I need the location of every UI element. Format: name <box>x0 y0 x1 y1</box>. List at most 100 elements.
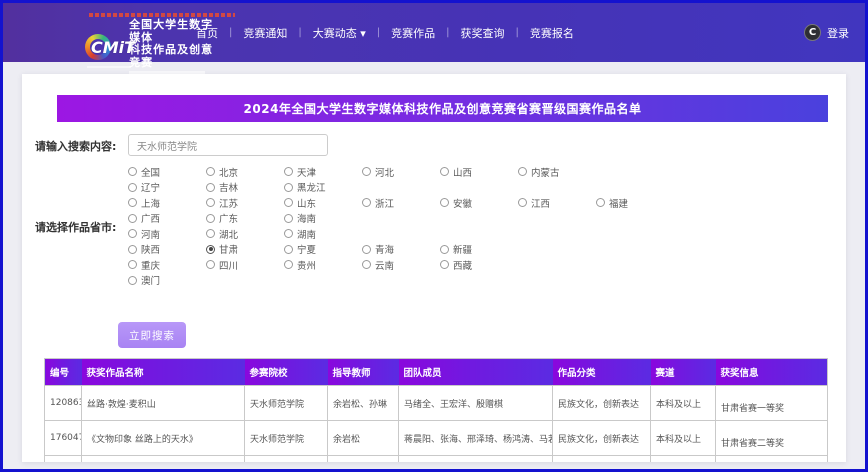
province-radio-option[interactable]: 全国 <box>128 165 206 179</box>
radio-label: 上海 <box>141 196 160 210</box>
nav-separator: | <box>298 27 301 38</box>
radio-icon[interactable] <box>362 245 371 254</box>
radio-icon[interactable] <box>284 183 293 192</box>
radio-icon[interactable] <box>440 167 449 176</box>
search-button[interactable]: 立即搜索 <box>118 322 186 348</box>
cell: 余岩松 <box>328 421 399 456</box>
search-label: 请输入搜索内容: <box>35 138 116 154</box>
radio-label: 云南 <box>375 258 394 272</box>
radio-label: 贵州 <box>297 258 316 272</box>
search-input[interactable] <box>128 134 328 156</box>
province-radio-option[interactable]: 澳门 <box>128 273 206 287</box>
radio-label: 海南 <box>297 211 316 225</box>
province-radio-option[interactable]: 新疆 <box>440 242 518 256</box>
radio-icon[interactable] <box>128 245 137 254</box>
radio-icon[interactable] <box>284 167 293 176</box>
radio-icon[interactable] <box>362 260 371 269</box>
radio-label: 重庆 <box>141 258 160 272</box>
nav-item-6[interactable]: 竞赛报名 <box>530 25 574 41</box>
cell <box>553 456 651 463</box>
radio-icon[interactable] <box>596 198 605 207</box>
province-radio-option[interactable]: 福建 <box>596 196 674 210</box>
nav-item-5[interactable]: 获奖查询 <box>461 25 505 41</box>
province-radio-option[interactable]: 湖北 <box>206 227 284 241</box>
province-radio-option[interactable]: 贵州 <box>284 258 362 272</box>
radio-label: 天津 <box>297 165 316 179</box>
radio-icon[interactable] <box>362 198 371 207</box>
radio-label: 澳门 <box>141 273 160 287</box>
province-radio-option[interactable]: 山西 <box>440 165 518 179</box>
province-radio-option[interactable]: 重庆 <box>128 258 206 272</box>
avatar-icon[interactable]: C <box>804 24 821 41</box>
radio-label: 广东 <box>219 211 238 225</box>
province-radio-option[interactable]: 安徽 <box>440 196 518 210</box>
province-radio-option[interactable]: 浙江 <box>362 196 440 210</box>
column-header: 参赛院校 <box>245 359 328 386</box>
column-header: 团队成员 <box>399 359 553 386</box>
radio-icon[interactable] <box>128 260 137 269</box>
brand-wrap: CMiT <box>85 32 123 62</box>
radio-icon[interactable] <box>362 167 371 176</box>
radio-icon[interactable] <box>518 167 527 176</box>
radio-icon[interactable] <box>128 229 137 238</box>
province-radio-option[interactable]: 广西 <box>128 211 206 225</box>
radio-icon[interactable] <box>440 260 449 269</box>
radio-icon[interactable] <box>206 229 215 238</box>
province-radio-option[interactable]: 河北 <box>362 165 440 179</box>
cell: 民族文化，创新表达 <box>553 386 651 421</box>
province-radio-option[interactable]: 内蒙古 <box>518 165 596 179</box>
province-radio-option[interactable]: 广东 <box>206 211 284 225</box>
radio-label: 安徽 <box>453 196 472 210</box>
province-radio-option[interactable]: 山东 <box>284 196 362 210</box>
radio-label: 河南 <box>141 227 160 241</box>
cell: 天水师范学院 <box>245 421 328 456</box>
province-radio-option[interactable]: 甘肃 <box>206 242 284 256</box>
province-radio-option[interactable]: 吉林 <box>206 180 284 194</box>
radio-label: 河北 <box>375 165 394 179</box>
nav-item-3[interactable]: 大赛动态 ▾ <box>313 25 366 41</box>
province-radio-option[interactable]: 青海 <box>362 242 440 256</box>
radio-icon[interactable] <box>284 229 293 238</box>
province-radio-option[interactable]: 湖南 <box>284 227 362 241</box>
login-link[interactable]: 登录 <box>827 25 849 41</box>
radio-icon[interactable] <box>284 260 293 269</box>
province-radio-option[interactable]: 天津 <box>284 165 362 179</box>
radio-icon[interactable] <box>206 183 215 192</box>
province-radio-option[interactable]: 河南 <box>128 227 206 241</box>
radio-icon[interactable] <box>284 198 293 207</box>
radio-icon[interactable] <box>206 198 215 207</box>
province-radio-option[interactable]: 上海 <box>128 196 206 210</box>
radio-icon[interactable] <box>440 198 449 207</box>
radio-icon[interactable] <box>206 214 215 223</box>
radio-icon[interactable] <box>128 183 137 192</box>
radio-label: 新疆 <box>453 242 472 256</box>
radio-icon[interactable] <box>440 245 449 254</box>
radio-icon[interactable] <box>206 167 215 176</box>
radio-icon[interactable] <box>284 214 293 223</box>
nav-item-2[interactable]: 竞赛通知 <box>243 25 287 41</box>
province-radio-option[interactable]: 西藏 <box>440 258 518 272</box>
radio-label: 全国 <box>141 165 160 179</box>
radio-icon[interactable] <box>128 198 137 207</box>
province-radio-option[interactable]: 黑龙江 <box>284 180 362 194</box>
province-radio-option[interactable]: 宁夏 <box>284 242 362 256</box>
radio-icon[interactable] <box>518 198 527 207</box>
nav-item-4[interactable]: 竞赛作品 <box>391 25 435 41</box>
radio-icon[interactable] <box>128 214 137 223</box>
province-radio-option[interactable]: 江西 <box>518 196 596 210</box>
province-radio-option[interactable]: 四川 <box>206 258 284 272</box>
column-header: 获奖作品名称 <box>82 359 245 386</box>
radio-icon[interactable] <box>128 276 137 285</box>
radio-icon[interactable] <box>128 167 137 176</box>
content-card: 2024年全国大学生数字媒体科技作品及创意竞赛省赛晋级国赛作品名单 请输入搜索内… <box>22 74 846 462</box>
province-radio-option[interactable]: 海南 <box>284 211 362 225</box>
radio-icon[interactable] <box>206 260 215 269</box>
province-radio-option[interactable]: 陕西 <box>128 242 206 256</box>
nav-item-1[interactable]: 首页 <box>196 25 218 41</box>
radio-icon[interactable] <box>284 245 293 254</box>
province-radio-option[interactable]: 云南 <box>362 258 440 272</box>
province-radio-option[interactable]: 江苏 <box>206 196 284 210</box>
province-radio-option[interactable]: 辽宁 <box>128 180 206 194</box>
province-radio-option[interactable]: 北京 <box>206 165 284 179</box>
radio-icon[interactable] <box>206 245 215 254</box>
